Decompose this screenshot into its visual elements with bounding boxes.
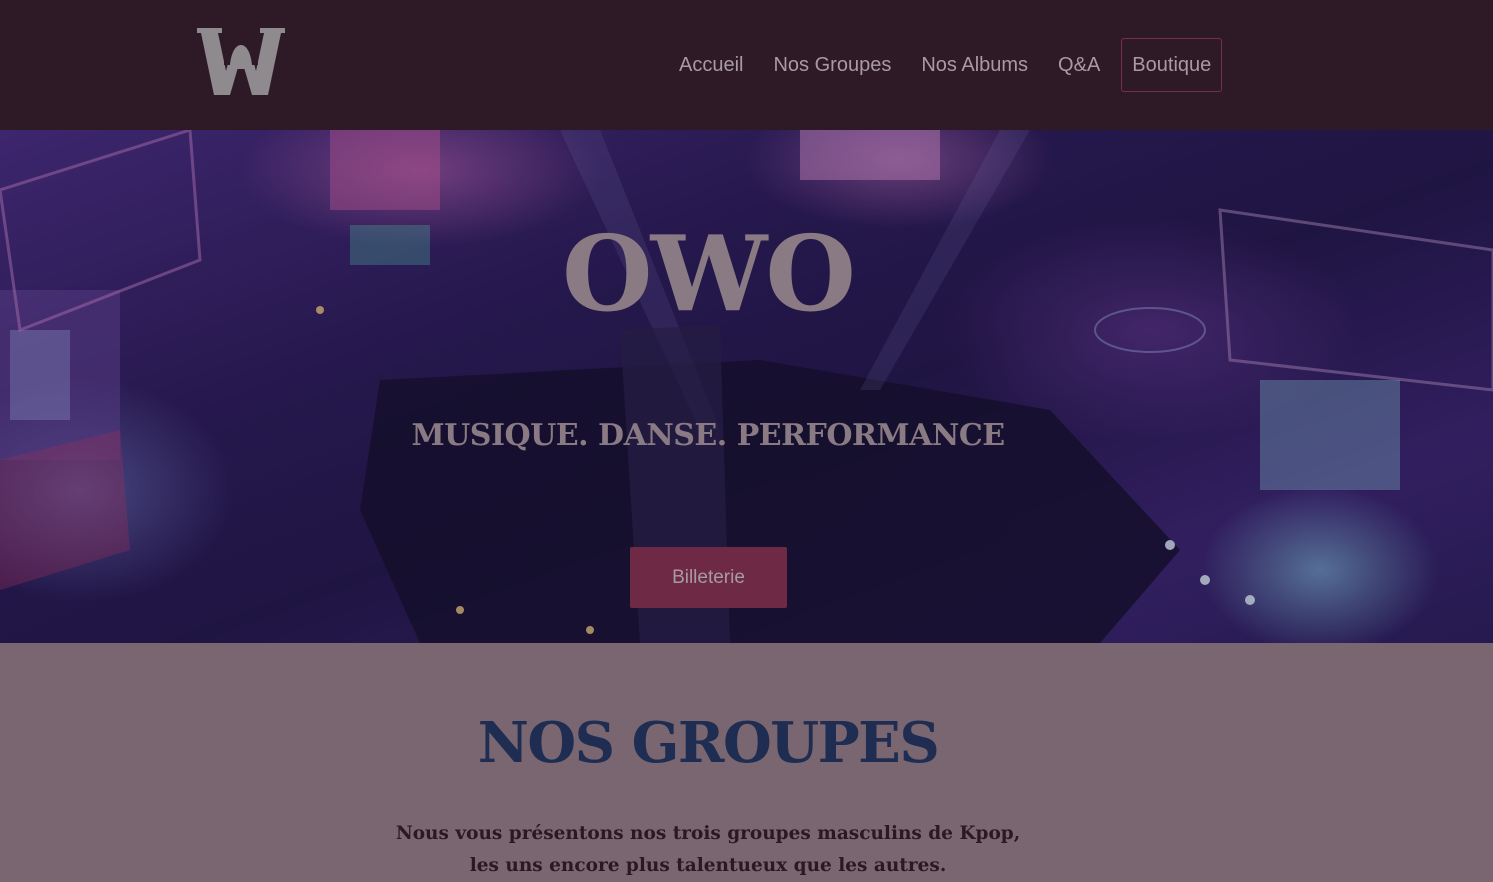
main-nav: Accueil Nos Groupes Nos Albums Q&A Bouti… (664, 38, 1223, 92)
billeterie-button[interactable]: Billeterie (630, 547, 787, 608)
owo-logo-icon (197, 28, 285, 95)
hero-banner: OWO MUSIQUE. DANSE. PERFORMANCE Billeter… (0, 130, 1493, 643)
groups-intro-line2: les uns encore plus talentueux que les a… (469, 855, 947, 876)
owo-logo[interactable] (196, 27, 286, 97)
nav-link-nos-albums[interactable]: Nos Albums (906, 38, 1043, 92)
hero-title: OWO (562, 212, 856, 335)
groups-intro: Nous vous présentons nos trois groupes m… (0, 818, 1416, 882)
hero-tagline: MUSIQUE. DANSE. PERFORMANCE (411, 418, 1005, 453)
nav-link-qa[interactable]: Q&A (1043, 38, 1115, 92)
nav-link-accueil[interactable]: Accueil (664, 38, 758, 92)
groups-title: NOS GROUPES (477, 710, 940, 776)
groups-section: NOS GROUPES Nous vous présentons nos tro… (0, 643, 1493, 882)
nav-link-nos-groupes[interactable]: Nos Groupes (758, 38, 906, 92)
site-header: Accueil Nos Groupes Nos Albums Q&A Bouti… (0, 0, 1493, 130)
groups-intro-line1: Nous vous présentons nos trois groupes m… (395, 823, 1021, 844)
nav-button-boutique[interactable]: Boutique (1121, 38, 1223, 92)
